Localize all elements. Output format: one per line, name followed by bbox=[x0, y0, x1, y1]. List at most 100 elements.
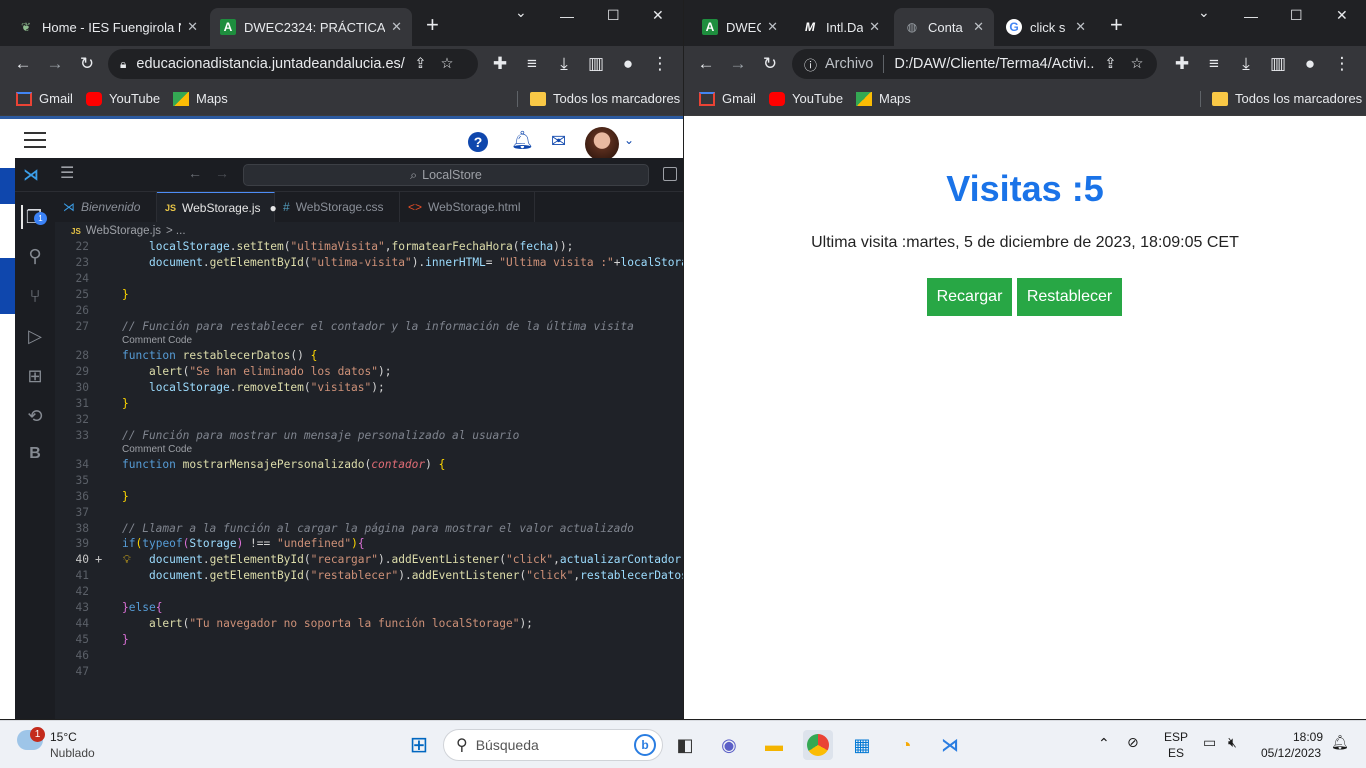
avatar[interactable] bbox=[585, 127, 619, 161]
chevron-up-icon[interactable]: ⌃ bbox=[1098, 735, 1110, 752]
back-icon[interactable]: ← bbox=[694, 52, 718, 76]
profile-icon[interactable]: ● bbox=[1298, 52, 1322, 76]
forward-icon[interactable]: → bbox=[43, 52, 67, 76]
notification-bell-icon[interactable]: 🔔︎ bbox=[1331, 734, 1349, 751]
weather-condition[interactable]: Nublado bbox=[50, 746, 95, 760]
add-icon[interactable]: + bbox=[95, 552, 102, 566]
forward-icon[interactable]: → bbox=[215, 165, 229, 181]
media-icon[interactable]: ≡ bbox=[520, 52, 544, 76]
download-icon[interactable]: ⤓ bbox=[1234, 52, 1258, 76]
menu-icon[interactable]: ⋮ bbox=[648, 52, 672, 76]
clock-date[interactable]: 05/12/2023 bbox=[1261, 746, 1321, 760]
close-window-icon[interactable]: ✕ bbox=[652, 7, 664, 24]
tab-webstorage-html[interactable]: <> WebStorage.html bbox=[400, 192, 535, 222]
star-icon[interactable]: ☆ bbox=[441, 56, 454, 72]
language-indicator[interactable]: ESP bbox=[1164, 730, 1188, 744]
bookmark-maps[interactable]: Maps bbox=[173, 91, 228, 106]
store-icon[interactable]: ▦ bbox=[847, 730, 877, 760]
sidepanel-icon[interactable]: ▥ bbox=[1266, 52, 1290, 76]
run-debug-icon[interactable]: ▷ bbox=[23, 324, 47, 348]
media-icon[interactable]: ≡ bbox=[1202, 52, 1226, 76]
menu-icon[interactable]: ☰ bbox=[60, 163, 74, 183]
close-icon[interactable]: ✕ bbox=[1075, 19, 1086, 35]
vscode-taskbar-icon[interactable]: ⋊ bbox=[935, 730, 965, 760]
all-bookmarks[interactable]: Todos los marcadores bbox=[530, 91, 680, 106]
volume-muted-icon[interactable]: 🔇︎ bbox=[1228, 734, 1237, 751]
new-tab-icon[interactable]: + bbox=[1110, 12, 1123, 38]
profile-icon[interactable]: ● bbox=[616, 52, 640, 76]
chevron-down-icon[interactable]: ⌄ bbox=[515, 4, 527, 21]
display-icon[interactable]: ▭ bbox=[1203, 734, 1216, 751]
chevron-down-icon[interactable]: ⌄ bbox=[1198, 4, 1210, 21]
download-icon[interactable]: ⤓ bbox=[552, 52, 576, 76]
extensions-icon[interactable]: ✚ bbox=[488, 52, 512, 76]
forward-icon[interactable]: → bbox=[726, 52, 750, 76]
chrome-icon[interactable] bbox=[803, 730, 833, 760]
reload-icon[interactable]: ↻ bbox=[75, 52, 99, 76]
tab-webstorage-css[interactable]: # WebStorage.css bbox=[275, 192, 400, 222]
maximize-icon[interactable]: ☐ bbox=[607, 7, 620, 24]
maximize-icon[interactable]: ☐ bbox=[1290, 7, 1303, 24]
extensions-icon[interactable]: ⊞ bbox=[23, 364, 47, 388]
remote-icon[interactable]: ⟲ bbox=[23, 404, 47, 428]
extensions-icon[interactable]: ✚ bbox=[1170, 52, 1194, 76]
taskbar-search[interactable]: ⚲ Búsqueda b bbox=[443, 729, 663, 761]
app-icon[interactable]: ◔ bbox=[891, 730, 921, 760]
close-icon[interactable]: ✕ bbox=[973, 19, 984, 35]
bookmark-gmail[interactable]: Gmail bbox=[699, 91, 756, 106]
back-icon[interactable]: ← bbox=[11, 52, 35, 76]
bookmark-youtube[interactable]: YouTube bbox=[769, 91, 843, 106]
tab-dwec-practica[interactable]: A DWEC2324: PRÁCTICA FIN ✕ bbox=[210, 8, 412, 46]
code-editor[interactable]: 22 localStorage.setItem("ultimaVisita",f… bbox=[55, 240, 683, 719]
address-bar[interactable]: ⓘ Archivo D:/DAW/Cliente/Terma4/Activi..… bbox=[792, 49, 1157, 79]
layout-icon[interactable] bbox=[663, 167, 677, 181]
windows-start-icon[interactable]: ⊞ bbox=[404, 730, 434, 760]
visit-counter-page: Visitas :5 Ultima visita :martes, 5 de d… bbox=[684, 118, 1366, 719]
b-icon[interactable]: B bbox=[23, 442, 47, 466]
reload-icon[interactable]: ↻ bbox=[758, 52, 782, 76]
sidepanel-icon[interactable]: ▥ bbox=[584, 52, 608, 76]
close-icon[interactable]: ✕ bbox=[391, 19, 402, 35]
clock-time[interactable]: 18:09 bbox=[1293, 730, 1323, 744]
minimize-icon[interactable]: — bbox=[560, 8, 574, 24]
tab-intl[interactable]: M Intl.Da ✕ bbox=[792, 8, 890, 46]
back-icon[interactable]: ← bbox=[188, 165, 202, 181]
share-icon[interactable]: ⇪ bbox=[414, 56, 426, 72]
tab-webstorage-js[interactable]: JS WebStorage.js ● bbox=[157, 192, 277, 222]
help-icon[interactable]: ? bbox=[468, 132, 488, 152]
reload-button[interactable]: Recargar bbox=[927, 278, 1012, 316]
close-icon[interactable]: ✕ bbox=[869, 19, 880, 35]
teams-icon[interactable]: ◉ bbox=[714, 730, 744, 760]
file-explorer-icon[interactable]: ▬ bbox=[759, 730, 789, 760]
close-icon[interactable]: ✕ bbox=[187, 19, 198, 35]
command-center-search[interactable]: ⌕ LocalStore bbox=[243, 164, 649, 186]
tab-bienvenido[interactable]: ⋊ Bienvenido bbox=[55, 192, 157, 222]
source-control-icon[interactable]: ⑂ bbox=[23, 284, 47, 308]
search-icon[interactable]: ⚲ bbox=[23, 244, 47, 268]
close-icon[interactable]: ✕ bbox=[767, 19, 778, 35]
hamburger-icon[interactable] bbox=[24, 132, 46, 148]
address-bar[interactable]: 🔒︎ educacionadistancia.juntadeandalucia.… bbox=[108, 49, 478, 79]
temperature[interactable]: 15°C bbox=[50, 730, 77, 744]
new-tab-icon[interactable]: + bbox=[426, 12, 439, 38]
bookmark-gmail[interactable]: Gmail bbox=[16, 91, 73, 106]
tab-contador[interactable]: ◍ Conta ✕ bbox=[894, 8, 994, 46]
tab-dwec[interactable]: A DWEC ✕ bbox=[692, 8, 788, 46]
chevron-down-icon[interactable]: ⌄ bbox=[624, 133, 634, 147]
bookmark-youtube[interactable]: YouTube bbox=[86, 91, 160, 106]
minimize-icon[interactable]: — bbox=[1244, 8, 1258, 24]
tab-ies-home[interactable]: ❦ Home - IES Fuengirola Nº1 ✕ bbox=[8, 8, 208, 46]
star-icon[interactable]: ☆ bbox=[1131, 56, 1144, 72]
keyboard-layout[interactable]: ES bbox=[1168, 746, 1184, 760]
bell-icon[interactable]: 🔔︎ bbox=[511, 130, 534, 151]
all-bookmarks[interactable]: Todos los marcadores bbox=[1212, 91, 1362, 106]
task-view-icon[interactable]: ◧ bbox=[670, 730, 700, 760]
network-icon[interactable]: ⊘ bbox=[1127, 734, 1139, 751]
close-window-icon[interactable]: ✕ bbox=[1336, 7, 1348, 24]
menu-icon[interactable]: ⋮ bbox=[1330, 52, 1354, 76]
bookmark-maps[interactable]: Maps bbox=[856, 91, 911, 106]
tab-click[interactable]: G click s ✕ bbox=[996, 8, 1096, 46]
mail-icon[interactable]: ✉ bbox=[551, 131, 566, 152]
reset-button[interactable]: Restablecer bbox=[1017, 278, 1122, 316]
share-icon[interactable]: ⇪ bbox=[1104, 56, 1116, 72]
